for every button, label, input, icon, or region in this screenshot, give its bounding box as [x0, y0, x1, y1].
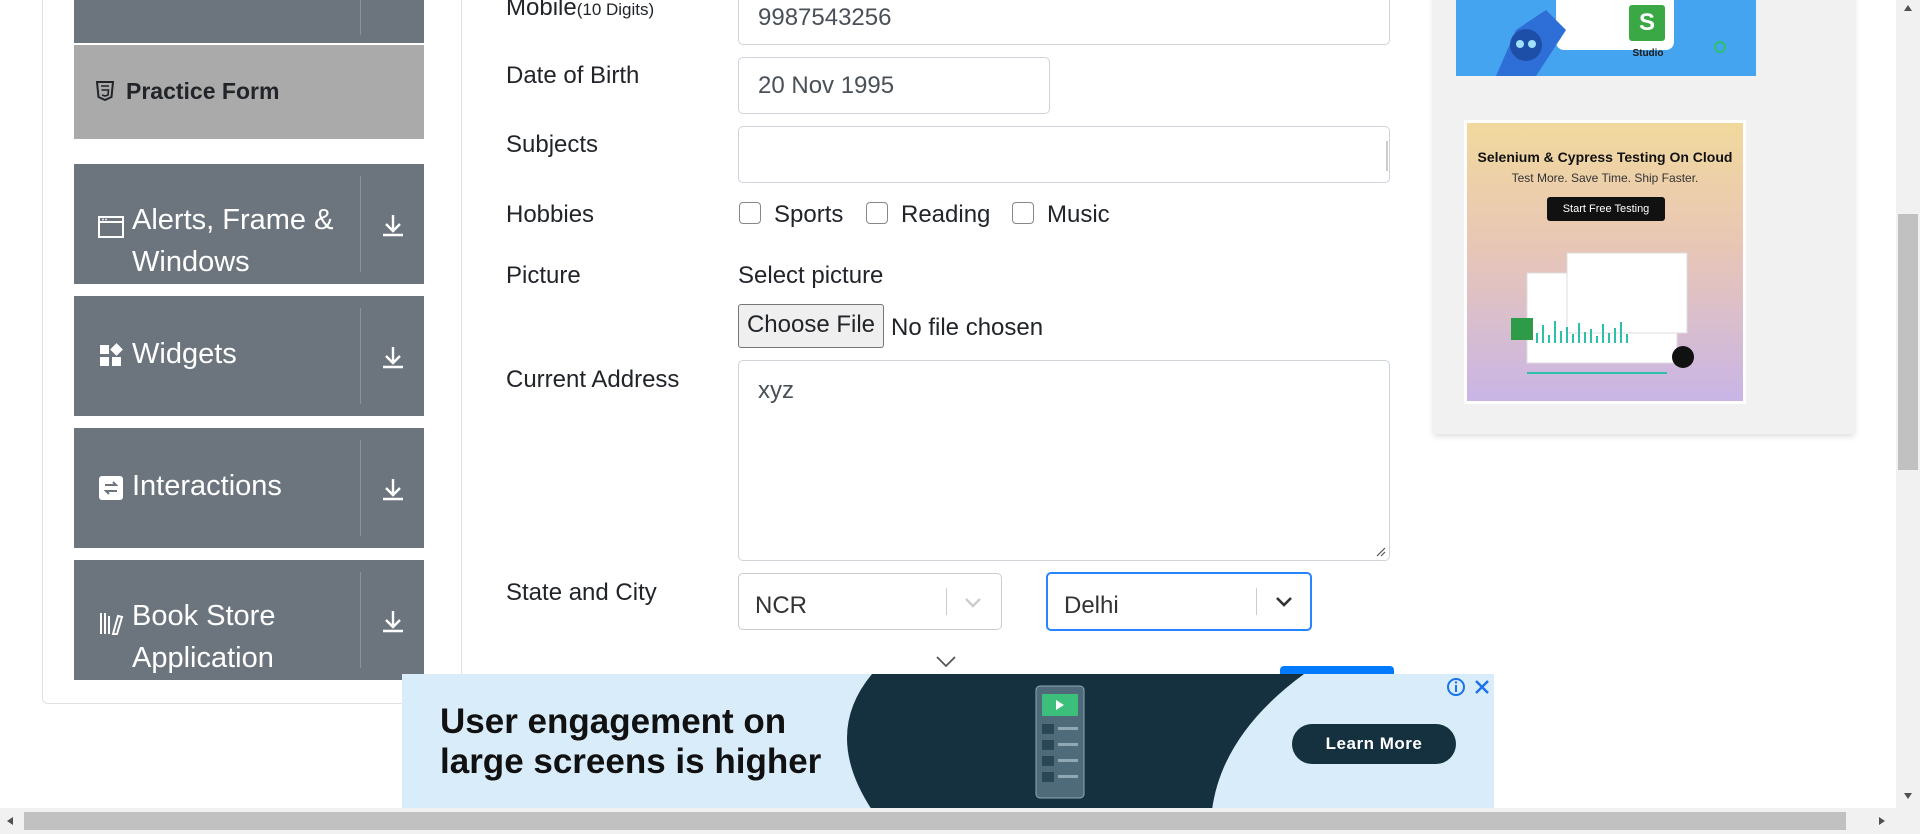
download-arrow-icon[interactable] — [380, 476, 406, 502]
sidebar-group-alerts[interactable]: Alerts, Frame & Windows — [74, 164, 424, 284]
mobile-input[interactable]: 9987543256 — [738, 0, 1390, 45]
reading-checkbox[interactable] — [866, 202, 888, 224]
music-checkbox[interactable] — [1012, 202, 1034, 224]
current-address-label: Current Address — [506, 366, 680, 393]
picture-label: Picture — [506, 262, 581, 289]
state-value: NCR — [755, 592, 807, 619]
selenium-ad-title: Selenium & Cypress Testing On Cloud — [1477, 149, 1733, 165]
music-label[interactable]: Music — [1047, 201, 1110, 229]
sidebar-group-label: Alerts, Frame & Windows — [132, 204, 334, 278]
window-icon — [98, 216, 124, 238]
dob-input[interactable]: 20 Nov 1995 — [738, 57, 1050, 114]
phone-illustration — [1035, 685, 1085, 799]
banner-headline-line-1: User engagement on — [440, 702, 787, 741]
group-separator — [360, 308, 361, 404]
state-select[interactable]: NCR — [738, 573, 1002, 630]
sidebar-group-label: Widgets — [132, 338, 237, 370]
city-select-separator — [1256, 588, 1257, 615]
city-select[interactable]: Delhi — [1046, 572, 1312, 631]
chevron-down-icon[interactable] — [1274, 591, 1294, 611]
interactions-icon — [99, 476, 123, 500]
ad-close-icon[interactable] — [1472, 677, 1492, 697]
choose-file-button[interactable]: Choose File — [738, 304, 884, 348]
sidebar-group-elements-tail[interactable] — [74, 0, 424, 43]
mobile-label-text: Mobile — [506, 0, 577, 21]
group-separator — [360, 572, 361, 668]
html5-icon — [96, 81, 114, 101]
state-city-label: State and City — [506, 579, 657, 606]
subjects-label: Subjects — [506, 131, 599, 158]
sidebar-item-practice-form[interactable]: Practice Form — [74, 45, 424, 139]
subjects-input[interactable] — [738, 126, 1390, 183]
resize-handle-icon[interactable] — [1374, 545, 1386, 557]
practice-form-label: Practice Form — [126, 78, 280, 104]
dob-label: Date of Birth — [506, 62, 640, 89]
download-arrow-icon[interactable] — [380, 212, 406, 238]
sports-checkbox[interactable] — [739, 202, 761, 224]
city-value: Delhi — [1064, 592, 1119, 619]
scroll-right-arrow-icon[interactable] — [1878, 816, 1886, 826]
learn-more-button[interactable]: Learn More — [1292, 724, 1456, 764]
chevron-down-icon[interactable] — [963, 592, 983, 612]
scroll-left-arrow-icon[interactable] — [6, 816, 14, 826]
hobbies-label: Hobbies — [506, 201, 595, 228]
bottom-banner-ad[interactable]: User engagement on large screens is high… — [402, 674, 1494, 810]
books-icon — [100, 613, 124, 635]
dashboard-illustration — [1511, 252, 1694, 374]
horizontal-scrollbar[interactable] — [0, 808, 1920, 834]
widgets-icon — [100, 343, 123, 366]
group-separator — [360, 0, 361, 35]
sidebar-group-book-store[interactable]: Book Store Application — [74, 560, 424, 680]
studio-ad[interactable]: S Studio — [1456, 0, 1756, 76]
selenium-ad-subtitle: Test More. Save Time. Ship Faster. — [1511, 171, 1699, 185]
state-select-separator — [946, 588, 947, 615]
banner-headline-line-2: large screens is higher — [440, 742, 822, 781]
scroll-down-arrow-icon[interactable] — [1903, 792, 1913, 800]
no-file-text: No file chosen — [891, 314, 1044, 341]
reading-label[interactable]: Reading — [901, 201, 990, 229]
banner-headline: User engagement on large screens is high… — [440, 702, 821, 782]
ad-column: S Studio Selenium & Cypress Testing On C… — [1434, 0, 1854, 434]
download-arrow-icon[interactable] — [380, 344, 406, 370]
sidebar-group-label: Interactions — [132, 470, 282, 502]
ad-info-icon[interactable] — [1446, 677, 1466, 697]
sk-label: Studio — [1632, 48, 1664, 59]
group-separator — [360, 176, 361, 272]
sports-label[interactable]: Sports — [774, 201, 843, 229]
selenium-ad[interactable]: Selenium & Cypress Testing On Cloud Test… — [1464, 120, 1746, 404]
sk-logo: S — [1626, 2, 1668, 44]
sidebar-group-widgets[interactable]: Widgets — [74, 296, 424, 416]
mobile-value: 9987543256 — [758, 4, 892, 31]
vertical-scrollbar[interactable] — [1896, 0, 1920, 808]
subjects-indicator — [1386, 141, 1388, 171]
sidebar-group-label: Book Store Application — [132, 600, 276, 674]
group-separator — [360, 440, 361, 536]
sidebar-group-interactions[interactable]: Interactions — [74, 428, 424, 548]
current-address-textarea[interactable]: xyz — [738, 360, 1390, 561]
vertical-scroll-thumb[interactable] — [1898, 214, 1918, 470]
download-arrow-icon[interactable] — [380, 608, 406, 634]
select-picture-label: Select picture — [738, 262, 884, 289]
horizontal-scroll-thumb[interactable] — [24, 812, 1846, 830]
scroll-up-arrow-icon[interactable] — [1903, 4, 1913, 12]
mobile-label: Mobile(10 Digits) — [506, 0, 654, 22]
dob-value: 20 Nov 1995 — [758, 72, 895, 99]
start-free-testing-button[interactable]: Start Free Testing — [1547, 197, 1665, 221]
scroll-down-chevron-icon[interactable] — [935, 655, 957, 669]
mobile-hint: (10 Digits) — [576, 0, 655, 19]
address-value: xyz — [758, 377, 794, 404]
robot-illustration — [1496, 0, 1726, 76]
